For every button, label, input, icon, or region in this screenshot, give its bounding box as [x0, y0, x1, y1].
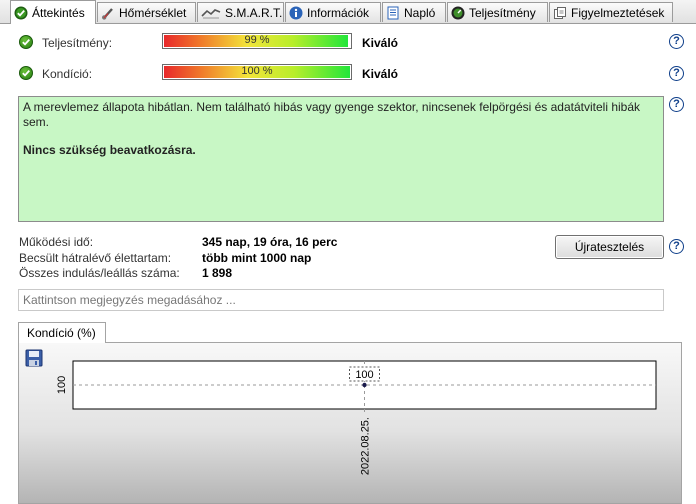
- status-text: A merevlemez állapota hibátlan. Nem talá…: [23, 100, 641, 129]
- warnings-icon: [553, 6, 567, 20]
- tab-homerseklet[interactable]: Hőmérséklet: [97, 2, 196, 22]
- help-icon[interactable]: ?: [669, 66, 684, 81]
- tab-label: Napló: [404, 5, 436, 20]
- condition-bar: 100 %: [162, 64, 352, 80]
- uptime-label: Működési idő:: [19, 235, 94, 249]
- save-icon[interactable]: [25, 349, 43, 367]
- tab-label: Információk: [307, 5, 370, 20]
- document-icon: [386, 6, 400, 20]
- thermometer-icon: [101, 6, 115, 20]
- tab-label: Áttekintés: [32, 5, 85, 20]
- status-message-box: A merevlemez állapota hibátlan. Nem talá…: [18, 96, 664, 222]
- condition-value: 100 %: [241, 65, 273, 77]
- help-icon[interactable]: ?: [669, 34, 684, 49]
- remaining-lifetime-label: Becsült hátralévő élettartam:: [19, 251, 172, 265]
- chart-panel: [18, 342, 682, 504]
- tab-label: Teljesítmény: [469, 5, 536, 20]
- tab-teljesitmeny[interactable]: Teljesítmény: [447, 2, 548, 22]
- performance-value: 99 %: [244, 34, 270, 46]
- retest-button[interactable]: Újratesztelés: [555, 235, 664, 259]
- remaining-lifetime-value: több mint 1000 nap: [202, 251, 312, 265]
- tab-informaciok[interactable]: Információk: [285, 2, 381, 22]
- tab-smart[interactable]: S.M.A.R.T.: [197, 2, 284, 22]
- uptime-value: 345 nap, 19 óra, 16 perc: [202, 235, 338, 249]
- tab-label: Figyelmeztetések: [571, 5, 665, 20]
- tab-label: S.M.A.R.T.: [225, 5, 283, 20]
- condition-rating: Kiváló: [362, 67, 399, 81]
- tab-chart-condition[interactable]: Kondíció (%): [18, 322, 106, 343]
- smart-icon: [201, 6, 221, 20]
- performance-label: Teljesítmény:: [42, 36, 113, 50]
- start-stop-count-label: Összes indulás/leállás száma:: [19, 266, 180, 280]
- performance-bar: 99 %: [162, 33, 352, 49]
- tab-figyelmeztetesek[interactable]: Figyelmeztetések: [549, 2, 673, 22]
- condition-ok-icon: [19, 66, 33, 80]
- condition-label: Kondíció:: [42, 67, 93, 81]
- tab-naplo[interactable]: Napló: [382, 2, 446, 22]
- info-icon: [289, 6, 303, 20]
- status-action: Nincs szükség beavatkozásra.: [23, 143, 196, 157]
- tab-label: Hőmérséklet: [119, 5, 187, 20]
- tab-strip: Áttekintés Hőmérséklet S.M.A.R.T. Inform…: [0, 0, 696, 24]
- performance-icon: [451, 6, 465, 20]
- check-circle-icon: [14, 6, 28, 20]
- performance-rating: Kiváló: [362, 36, 399, 50]
- performance-ok-icon: [19, 35, 33, 49]
- help-icon[interactable]: ?: [669, 97, 684, 112]
- note-input[interactable]: Kattintson megjegyzés megadásához ...: [18, 289, 664, 311]
- tab-attekintes[interactable]: Áttekintés: [10, 0, 96, 24]
- help-icon[interactable]: ?: [669, 239, 684, 254]
- start-stop-count-value: 1 898: [202, 266, 233, 280]
